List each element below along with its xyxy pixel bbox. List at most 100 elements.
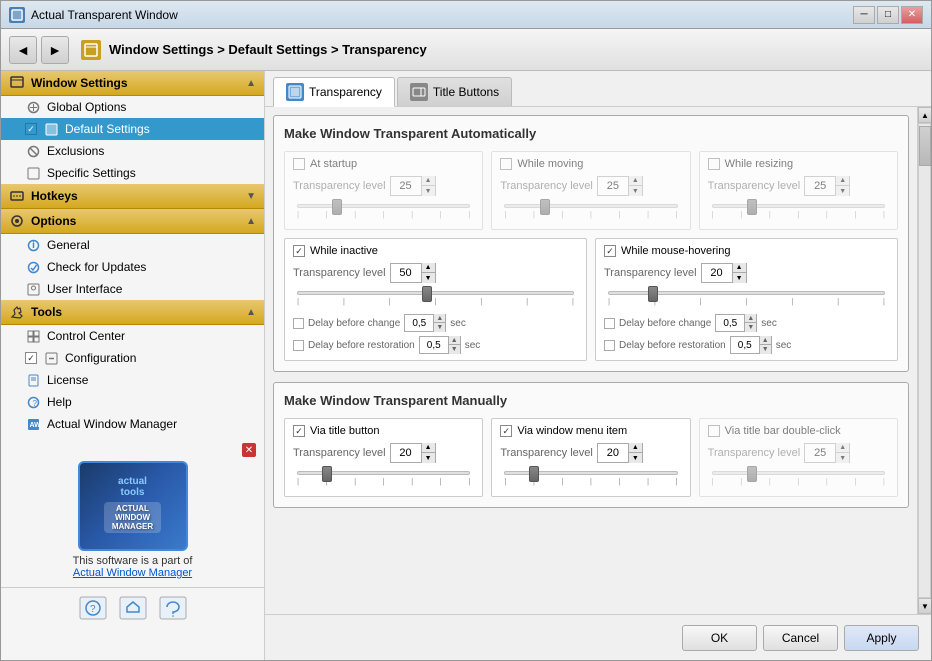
sidebar-item-general[interactable]: General (1, 234, 264, 256)
sidebar-header-window-settings[interactable]: Window Settings ▲ (1, 71, 264, 96)
scroll-track[interactable] (918, 123, 931, 598)
at-startup-spinbox[interactable]: ▲ ▼ (390, 176, 436, 196)
mouse-delay-change-spinbox[interactable]: ▲ ▼ (715, 314, 757, 332)
sidebar-header-options[interactable]: Options ▲ (1, 209, 264, 234)
at-startup-value[interactable] (391, 177, 421, 195)
sidebar-footer-home-button[interactable] (117, 594, 149, 622)
configuration-checkbox[interactable]: ✓ (25, 352, 37, 364)
while-inactive-down[interactable]: ▼ (421, 273, 435, 283)
inactive-delay-restore-spinbox[interactable]: ▲ ▼ (419, 336, 461, 354)
inactive-delay-change-value[interactable] (405, 315, 433, 331)
mouse-delay-restore-checkbox[interactable] (604, 340, 615, 351)
while-moving-slider-thumb[interactable] (540, 199, 550, 215)
while-resizing-spinbox[interactable]: ▲ ▼ (804, 176, 850, 196)
apply-button[interactable]: Apply (844, 625, 919, 651)
mouse-delay-restore-down[interactable]: ▼ (759, 345, 771, 354)
sidebar-item-exclusions[interactable]: Exclusions (1, 140, 264, 162)
via-title-up[interactable]: ▲ (421, 443, 435, 453)
inactive-delay-restore-down[interactable]: ▼ (448, 345, 460, 354)
at-startup-checkbox[interactable] (293, 158, 305, 170)
maximize-button[interactable]: □ (877, 6, 899, 24)
at-startup-down[interactable]: ▼ (421, 186, 435, 196)
forward-button[interactable]: ► (41, 36, 69, 64)
while-mouse-down[interactable]: ▼ (732, 273, 746, 283)
sidebar-item-configuration[interactable]: ✓ Configuration (1, 347, 264, 369)
sidebar-item-user-interface[interactable]: User Interface (1, 278, 264, 300)
while-moving-down[interactable]: ▼ (628, 186, 642, 196)
minimize-button[interactable]: ─ (853, 6, 875, 24)
while-mouse-up[interactable]: ▲ (732, 263, 746, 273)
while-mouse-spinbox[interactable]: ▲ ▼ (701, 263, 747, 283)
sidebar-item-actual-window-manager[interactable]: AW Actual Window Manager (1, 413, 264, 435)
while-moving-up[interactable]: ▲ (628, 176, 642, 186)
mouse-delay-restore-up[interactable]: ▲ (759, 336, 771, 345)
while-inactive-checkbox[interactable]: ✓ (293, 245, 305, 257)
sidebar-footer-info-button[interactable] (157, 594, 189, 622)
via-menu-down[interactable]: ▼ (628, 453, 642, 463)
via-dbl-checkbox[interactable] (708, 425, 720, 437)
via-title-down[interactable]: ▼ (421, 453, 435, 463)
while-moving-value[interactable] (598, 177, 628, 195)
via-dbl-down[interactable]: ▼ (835, 453, 849, 463)
tab-transparency[interactable]: Transparency (273, 77, 395, 107)
sidebar-item-check-updates[interactable]: Check for Updates (1, 256, 264, 278)
via-dbl-up[interactable]: ▲ (835, 443, 849, 453)
mouse-delay-change-value[interactable] (716, 315, 744, 331)
while-resizing-checkbox[interactable] (708, 158, 720, 170)
sidebar-item-help[interactable]: ? Help (1, 391, 264, 413)
via-menu-value[interactable] (598, 444, 628, 462)
sidebar-item-global-options[interactable]: Global Options (1, 96, 264, 118)
inactive-delay-change-down[interactable]: ▼ (433, 323, 445, 332)
inactive-delay-change-up[interactable]: ▲ (433, 314, 445, 323)
inactive-delay-change-spinbox[interactable]: ▲ ▼ (404, 314, 446, 332)
mouse-delay-change-up[interactable]: ▲ (744, 314, 756, 323)
inactive-delay-restore-value[interactable] (420, 337, 448, 353)
via-menu-slider-thumb[interactable] (529, 466, 539, 482)
while-moving-checkbox[interactable] (500, 158, 512, 170)
while-moving-spinbox[interactable]: ▲ ▼ (597, 176, 643, 196)
vertical-scrollbar[interactable]: ▲ ▼ (917, 107, 931, 614)
while-inactive-spinbox[interactable]: ▲ ▼ (390, 263, 436, 283)
sidebar-item-default-settings[interactable]: ✓ Default Settings (1, 118, 264, 140)
while-resizing-slider-thumb[interactable] (747, 199, 757, 215)
sidebar-item-control-center[interactable]: Control Center (1, 325, 264, 347)
close-button[interactable]: ✕ (901, 6, 923, 24)
via-menu-up[interactable]: ▲ (628, 443, 642, 453)
while-resizing-up[interactable]: ▲ (835, 176, 849, 186)
while-resizing-value[interactable] (805, 177, 835, 195)
sidebar-header-tools[interactable]: Tools ▲ (1, 300, 264, 325)
sidebar-footer-help-button[interactable]: ? (77, 594, 109, 622)
default-settings-checkbox[interactable]: ✓ (25, 123, 37, 135)
mouse-delay-change-checkbox[interactable] (604, 318, 615, 329)
tab-title-buttons[interactable]: Title Buttons (397, 77, 512, 106)
via-dbl-spinbox[interactable]: ▲ ▼ (804, 443, 850, 463)
scroll-up-button[interactable]: ▲ (918, 107, 931, 123)
at-startup-slider-thumb[interactable] (332, 199, 342, 215)
while-inactive-value[interactable] (391, 264, 421, 282)
scroll-down-button[interactable]: ▼ (918, 598, 931, 614)
via-title-button-checkbox[interactable]: ✓ (293, 425, 305, 437)
while-mouse-checkbox[interactable]: ✓ (604, 245, 616, 257)
while-mouse-slider-thumb[interactable] (648, 286, 658, 302)
via-menu-checkbox[interactable]: ✓ (500, 425, 512, 437)
mouse-delay-restore-value[interactable] (731, 337, 759, 353)
promo-link[interactable]: Actual Window Manager (9, 567, 256, 579)
via-title-slider-thumb[interactable] (322, 466, 332, 482)
while-inactive-up[interactable]: ▲ (421, 263, 435, 273)
at-startup-up[interactable]: ▲ (421, 176, 435, 186)
sidebar-header-hotkeys[interactable]: Hotkeys ▼ (1, 184, 264, 209)
via-title-value[interactable] (391, 444, 421, 462)
while-mouse-value[interactable] (702, 264, 732, 282)
back-button[interactable]: ◄ (9, 36, 37, 64)
mouse-delay-change-down[interactable]: ▼ (744, 323, 756, 332)
inactive-delay-restore-checkbox[interactable] (293, 340, 304, 351)
inactive-delay-restore-up[interactable]: ▲ (448, 336, 460, 345)
via-dbl-value[interactable] (805, 444, 835, 462)
inactive-delay-change-checkbox[interactable] (293, 318, 304, 329)
promo-close-button[interactable]: ✕ (242, 443, 256, 457)
cancel-button[interactable]: Cancel (763, 625, 838, 651)
via-dbl-slider-thumb[interactable] (747, 466, 757, 482)
ok-button[interactable]: OK (682, 625, 757, 651)
while-resizing-down[interactable]: ▼ (835, 186, 849, 196)
sidebar-item-license[interactable]: License (1, 369, 264, 391)
